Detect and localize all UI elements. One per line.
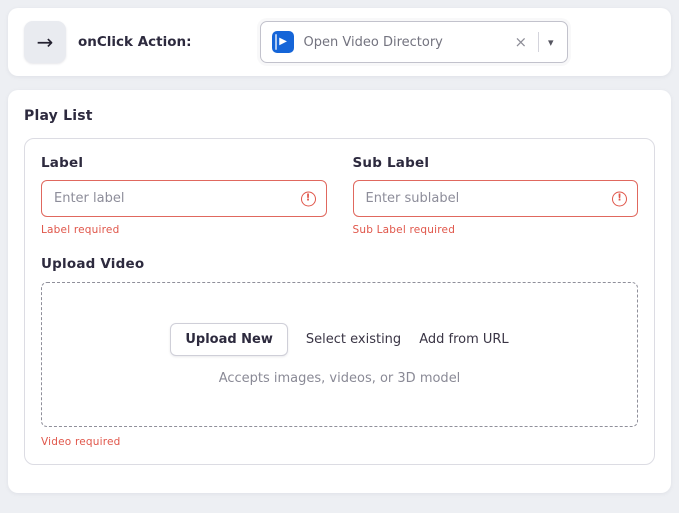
add-from-url-link[interactable]: Add from URL bbox=[419, 332, 508, 347]
upload-video-label: Upload Video bbox=[41, 256, 638, 272]
onclick-action-dropdown[interactable]: ▶ Open Video Directory × ▾ bbox=[260, 21, 568, 63]
label-input[interactable] bbox=[41, 180, 327, 217]
label-error-icon: ! bbox=[301, 191, 316, 206]
video-dropzone[interactable]: Upload New Select existing Add from URL … bbox=[41, 282, 638, 427]
sublabel-input[interactable] bbox=[353, 180, 639, 217]
dropdown-selected-value: Open Video Directory bbox=[304, 35, 508, 50]
sublabel-field-label: Sub Label bbox=[353, 155, 639, 171]
sublabel-error-icon: ! bbox=[612, 191, 627, 206]
arrow-right-icon: → bbox=[37, 30, 54, 54]
onclick-action-label: onClick Action: bbox=[78, 34, 192, 50]
action-arrow-icon: → bbox=[24, 21, 66, 63]
upload-new-button[interactable]: Upload New bbox=[170, 323, 288, 356]
label-field-label: Label bbox=[41, 155, 327, 171]
dropdown-divider bbox=[538, 32, 539, 52]
select-existing-link[interactable]: Select existing bbox=[306, 332, 401, 347]
video-directory-icon: ▶ bbox=[272, 31, 294, 53]
playlist-card: Play List Label ! Label required Sub Lab… bbox=[8, 90, 671, 493]
play-icon: ▶ bbox=[279, 37, 287, 47]
onclick-action-bar: → onClick Action: ▶ Open Video Directory… bbox=[8, 8, 671, 76]
chevron-down-icon[interactable]: ▾ bbox=[543, 36, 559, 49]
dropzone-hint: Accepts images, videos, or 3D model bbox=[219, 371, 461, 386]
clear-selection-icon[interactable]: × bbox=[507, 33, 534, 51]
sublabel-field-group: Sub Label ! Sub Label required bbox=[353, 155, 639, 236]
sublabel-error-text: Sub Label required bbox=[353, 224, 639, 236]
video-error-text: Video required bbox=[41, 436, 638, 448]
label-field-group: Label ! Label required bbox=[41, 155, 327, 236]
playlist-title: Play List bbox=[24, 108, 655, 124]
label-error-text: Label required bbox=[41, 224, 327, 236]
playlist-panel: Label ! Label required Sub Label ! Sub L… bbox=[24, 138, 655, 465]
